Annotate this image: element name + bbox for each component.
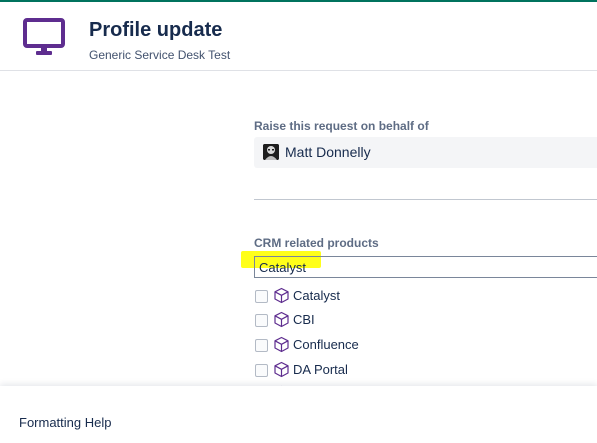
checkbox[interactable]	[255, 339, 268, 352]
checkbox[interactable]	[255, 364, 268, 377]
page-title: Profile update	[89, 19, 223, 41]
monitor-icon	[23, 18, 65, 55]
avatar	[263, 144, 279, 160]
crm-products-list: Catalyst CBI Confluence DA Portal	[254, 284, 597, 386]
cube-icon	[274, 287, 289, 304]
option-label: Catalyst	[293, 288, 340, 303]
checkbox[interactable]	[255, 314, 268, 327]
formatting-help-link[interactable]: Formatting Help	[19, 415, 111, 430]
cube-icon	[274, 311, 289, 328]
footer-bar: Formatting Help	[0, 386, 597, 443]
crm-option-cbi[interactable]: CBI	[254, 310, 597, 330]
section-divider	[254, 199, 597, 200]
checkbox[interactable]	[255, 290, 268, 303]
cube-icon	[274, 361, 289, 378]
crm-products-label: CRM related products	[254, 236, 379, 250]
behalf-user-name: Matt Donnelly	[285, 144, 371, 160]
option-label: Confluence	[293, 337, 359, 352]
crm-option-da-portal[interactable]: DA Portal	[254, 360, 597, 380]
cube-icon	[274, 336, 289, 353]
behalf-label: Raise this request on behalf of	[254, 119, 429, 133]
request-header: Profile update Generic Service Desk Test	[0, 2, 597, 71]
behalf-user-select[interactable]: Matt Donnelly	[254, 137, 597, 168]
option-label: DA Portal	[293, 362, 348, 377]
option-label: CBI	[293, 312, 315, 327]
crm-products-search-input[interactable]	[254, 256, 597, 278]
service-desk-name: Generic Service Desk Test	[89, 48, 231, 62]
crm-option-confluence[interactable]: Confluence	[254, 335, 597, 355]
crm-option-catalyst[interactable]: Catalyst	[254, 286, 597, 306]
